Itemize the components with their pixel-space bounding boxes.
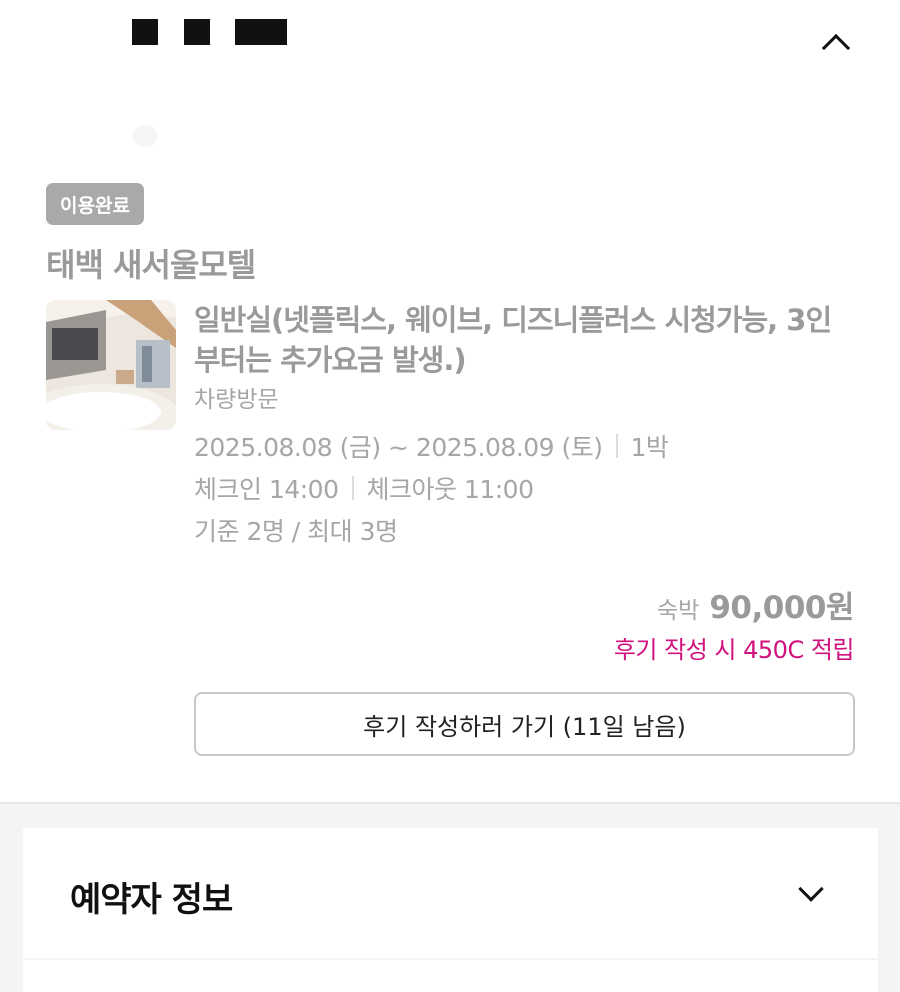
booker-info-title: 예약자 정보 (70, 880, 233, 920)
chevron-down-icon (798, 876, 824, 902)
redacted-block (184, 19, 210, 45)
divider (351, 476, 354, 500)
booker-info-section[interactable]: 예약자 정보 (23, 828, 878, 958)
stay-dates: 2025.08.08 (금) ~ 2025.08.09 (토) (194, 433, 603, 462)
price-row: 숙박 90,000원 (657, 582, 854, 627)
room-photo-icon (46, 300, 176, 430)
visit-type: 차량방문 (194, 387, 279, 413)
collapse-button[interactable] (812, 22, 860, 63)
expand-booker-button[interactable] (785, 868, 837, 920)
hotel-name: 태백 새서울모텔 (46, 246, 256, 284)
checkin-time: 체크인 14:00 (194, 475, 339, 504)
faded-dot (133, 125, 157, 147)
checkout-time: 체크아웃 11:00 (366, 475, 535, 504)
price-value: 90,000원 (709, 590, 854, 626)
redacted-block (132, 19, 158, 45)
divider (615, 434, 618, 458)
stay-dates-row: 2025.08.08 (금) ~ 2025.08.09 (토) 1박 (194, 428, 669, 464)
room-thumbnail[interactable] (46, 300, 176, 430)
room-name: 일반실(넷플릭스, 웨이브, 디즈니플러스 시청가능, 3인 부터는 추가요금 … (194, 303, 832, 377)
next-section-card (23, 960, 878, 992)
redacted-block (235, 19, 287, 45)
review-reward-text: 후기 작성 시 450C 적립 (613, 636, 855, 664)
occupancy: 기준 2명 / 최대 3명 (194, 517, 398, 546)
write-review-button[interactable]: 후기 작성하러 가기 (11일 남음) (194, 692, 855, 756)
status-badge: 이용완료 (46, 183, 144, 225)
stay-nights: 1박 (630, 433, 669, 462)
price-label: 숙박 (657, 598, 700, 624)
check-times-row: 체크인 14:00 체크아웃 11:00 (194, 470, 534, 506)
chevron-up-icon (821, 33, 851, 63)
